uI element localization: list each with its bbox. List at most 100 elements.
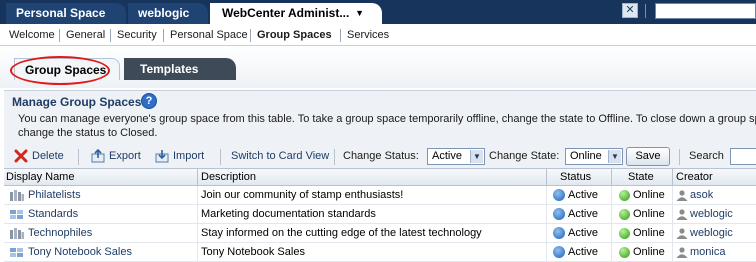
highlight-oval bbox=[10, 56, 110, 85]
user-icon bbox=[676, 190, 688, 201]
table-header: Display Name Description Status State Cr… bbox=[4, 168, 756, 186]
tab-weblogic[interactable]: weblogic bbox=[128, 3, 208, 24]
divider bbox=[197, 186, 198, 205]
state-cell: Online bbox=[633, 227, 665, 239]
column-header-display-name[interactable]: Display Name bbox=[6, 171, 74, 183]
subnav-group-spaces[interactable]: Group Spaces bbox=[257, 29, 332, 41]
delete-button[interactable]: Delete bbox=[32, 150, 64, 162]
divider bbox=[611, 205, 612, 224]
change-state-label: Change State: bbox=[489, 150, 560, 162]
import-icon[interactable] bbox=[155, 149, 169, 163]
divider bbox=[672, 224, 673, 243]
description-cell: Stay informed on the cutting edge of the… bbox=[201, 227, 482, 239]
divider bbox=[59, 29, 60, 42]
group-space-name-link[interactable]: Philatelists bbox=[28, 189, 81, 201]
switch-to-card-view-button[interactable]: Switch to Card View bbox=[231, 150, 329, 162]
state-cell: Online bbox=[633, 189, 665, 201]
search-input[interactable] bbox=[730, 148, 756, 165]
divider bbox=[197, 169, 198, 186]
export-icon[interactable] bbox=[91, 149, 105, 163]
table-row[interactable]: Tony Notebook Sales Tony Notebook Sales … bbox=[4, 243, 756, 262]
admin-subnav: Welcome General Security Personal Space … bbox=[0, 24, 756, 46]
online-status-icon bbox=[619, 209, 630, 220]
online-status-icon bbox=[619, 190, 630, 201]
divider bbox=[546, 205, 547, 224]
divider bbox=[672, 205, 673, 224]
export-button[interactable]: Export bbox=[109, 150, 141, 162]
divider bbox=[220, 149, 221, 165]
active-globe-icon bbox=[553, 246, 565, 258]
user-icon bbox=[676, 209, 688, 220]
column-header-creator[interactable]: Creator bbox=[676, 171, 713, 183]
search-label: Search bbox=[689, 150, 724, 162]
group-space-name-link[interactable]: Standards bbox=[28, 208, 78, 220]
subnav-welcome[interactable]: Welcome bbox=[9, 29, 55, 41]
divider bbox=[546, 169, 547, 186]
status-select-value: Active bbox=[432, 150, 462, 162]
group-spaces-tabs: Group Spaces Templates bbox=[0, 46, 756, 88]
status-cell: Active bbox=[568, 189, 598, 201]
divider bbox=[546, 243, 547, 262]
tab-webcenter-administration[interactable]: WebCenter Administ... ▼ bbox=[210, 3, 382, 24]
group-space-name-link[interactable]: Tony Notebook Sales bbox=[28, 246, 132, 258]
divider bbox=[645, 4, 646, 18]
divider bbox=[163, 29, 164, 42]
divider bbox=[110, 29, 111, 42]
tab-templates[interactable]: Templates bbox=[124, 58, 236, 80]
status-cell: Active bbox=[568, 246, 598, 258]
table-row[interactable]: Standards Marketing documentation standa… bbox=[4, 205, 756, 224]
manage-description: You can manage everyone's group space fr… bbox=[18, 112, 756, 140]
divider bbox=[546, 224, 547, 243]
change-status-label: Change Status: bbox=[343, 150, 419, 162]
divider bbox=[78, 149, 79, 165]
chevron-down-icon: ▼ bbox=[608, 150, 621, 163]
divider bbox=[197, 224, 198, 243]
column-header-description[interactable]: Description bbox=[201, 171, 256, 183]
divider bbox=[611, 169, 612, 186]
online-status-icon bbox=[619, 247, 630, 258]
state-select-value: Online bbox=[570, 150, 602, 162]
subnav-services[interactable]: Services bbox=[347, 29, 389, 41]
state-cell: Online bbox=[633, 208, 665, 220]
group-space-icon bbox=[10, 210, 23, 219]
chevron-down-icon[interactable]: ▼ bbox=[355, 3, 364, 23]
top-tab-bar: Personal Space weblogic WebCenter Admini… bbox=[0, 0, 756, 24]
active-globe-icon bbox=[553, 208, 565, 220]
delete-icon[interactable] bbox=[14, 149, 28, 163]
close-icon[interactable]: ✕ bbox=[622, 3, 638, 18]
creator-link[interactable]: weblogic bbox=[690, 208, 733, 220]
group-space-icon bbox=[10, 228, 24, 239]
online-status-icon bbox=[619, 228, 630, 239]
creator-link[interactable]: weblogic bbox=[690, 227, 733, 239]
save-button[interactable]: Save bbox=[626, 147, 670, 166]
divider bbox=[250, 29, 251, 42]
subnav-security[interactable]: Security bbox=[117, 29, 157, 41]
user-icon bbox=[676, 247, 688, 258]
description-cell: Tony Notebook Sales bbox=[201, 246, 305, 258]
divider bbox=[672, 186, 673, 205]
state-select[interactable]: Online ▼ bbox=[565, 148, 623, 165]
divider bbox=[611, 224, 612, 243]
import-button[interactable]: Import bbox=[173, 150, 204, 162]
column-header-state[interactable]: State bbox=[628, 171, 654, 183]
top-search-input[interactable] bbox=[655, 3, 756, 19]
toolbar: Delete Export Import Switch to Card View… bbox=[4, 146, 756, 168]
chevron-down-icon: ▼ bbox=[470, 150, 483, 163]
tab-personal-space[interactable]: Personal Space bbox=[6, 3, 126, 24]
description-cell: Join our community of stamp enthusiasts! bbox=[201, 189, 404, 201]
group-space-name-link[interactable]: Technophiles bbox=[28, 227, 92, 239]
state-cell: Online bbox=[633, 246, 665, 258]
creator-link[interactable]: asok bbox=[690, 189, 713, 201]
status-cell: Active bbox=[568, 208, 598, 220]
subnav-personal-space[interactable]: Personal Space bbox=[170, 29, 248, 41]
status-select[interactable]: Active ▼ bbox=[427, 148, 485, 165]
help-icon[interactable]: ? bbox=[141, 93, 157, 109]
table-row[interactable]: Philatelists Join our community of stamp… bbox=[4, 186, 756, 205]
divider bbox=[672, 243, 673, 262]
description-line: change the status to Closed. bbox=[18, 127, 158, 139]
creator-link[interactable]: monica bbox=[690, 246, 725, 258]
column-header-status[interactable]: Status bbox=[560, 171, 591, 183]
subnav-general[interactable]: General bbox=[66, 29, 105, 41]
divider bbox=[611, 243, 612, 262]
table-row[interactable]: Technophiles Stay informed on the cuttin… bbox=[4, 224, 756, 243]
